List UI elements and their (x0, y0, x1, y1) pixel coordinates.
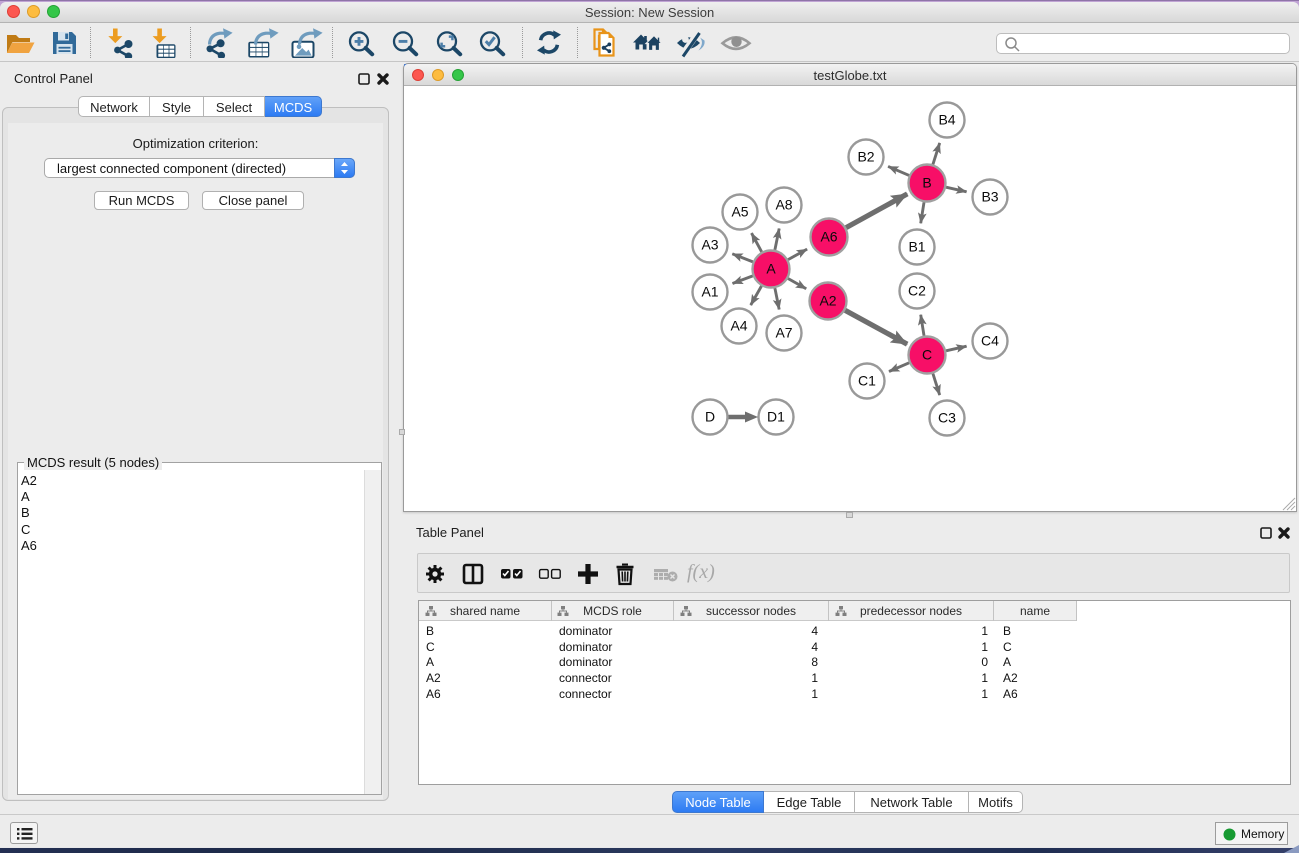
svg-text:C2: C2 (908, 283, 926, 299)
svg-text:A3: A3 (701, 237, 718, 253)
svg-text:A2: A2 (819, 293, 836, 309)
svg-text:A6: A6 (820, 229, 837, 245)
svg-text:C1: C1 (858, 373, 876, 389)
svg-text:B: B (922, 175, 931, 191)
svg-text:C3: C3 (938, 410, 956, 426)
svg-text:A8: A8 (775, 197, 792, 213)
svg-text:C4: C4 (981, 333, 999, 349)
svg-text:D: D (705, 409, 715, 425)
svg-text:A4: A4 (730, 318, 747, 334)
svg-text:A: A (766, 261, 776, 277)
svg-text:A1: A1 (701, 284, 718, 300)
svg-text:B4: B4 (938, 112, 955, 128)
svg-text:B3: B3 (981, 189, 998, 205)
svg-text:B1: B1 (908, 239, 925, 255)
svg-text:B2: B2 (857, 149, 874, 165)
svg-text:D1: D1 (767, 409, 785, 425)
svg-text:A5: A5 (731, 204, 748, 220)
svg-text:C: C (922, 347, 932, 363)
svg-text:A7: A7 (775, 325, 792, 341)
